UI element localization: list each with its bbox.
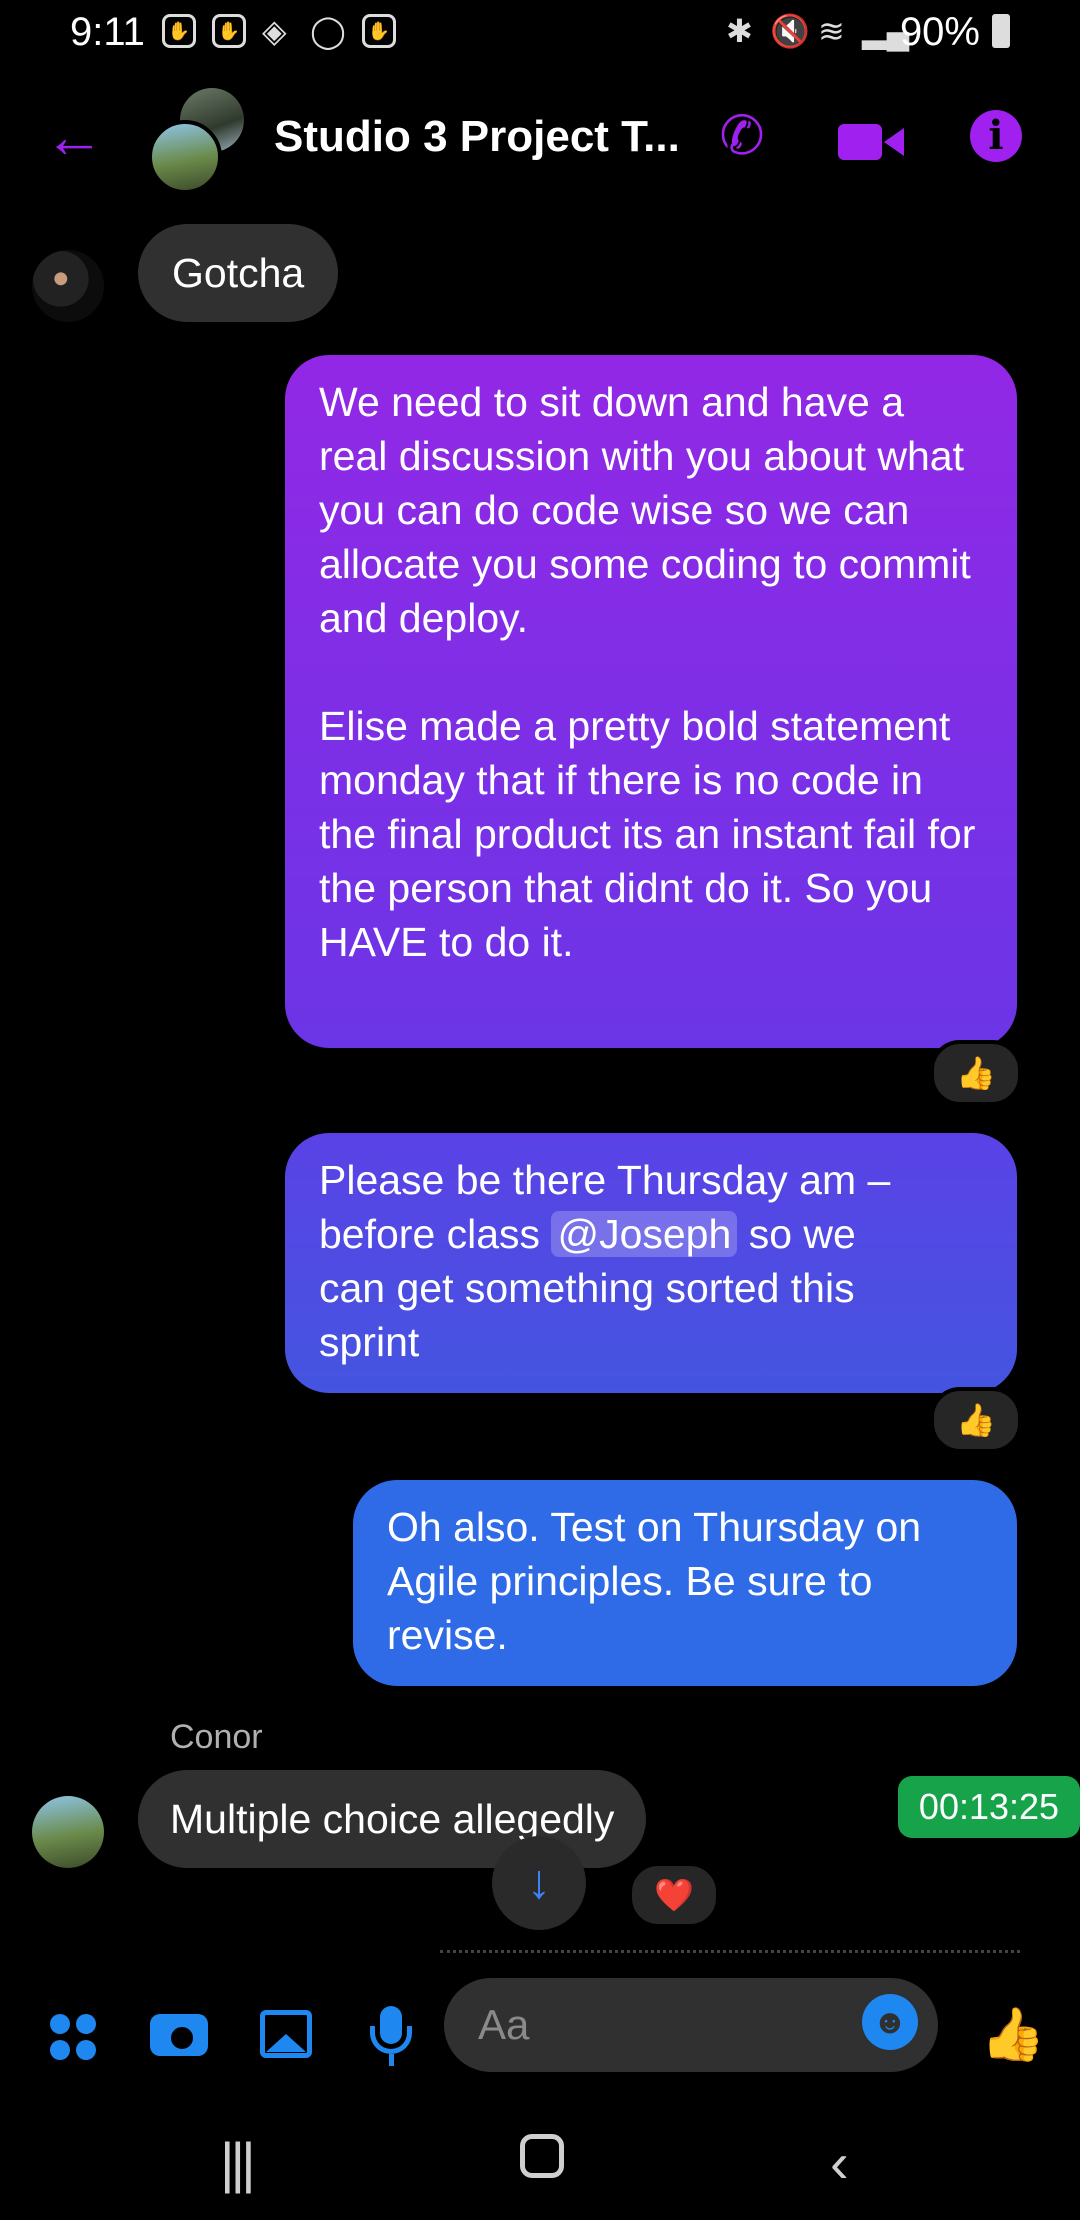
message-bubble-outgoing[interactable]: Please be there Thursday am – before cla… bbox=[285, 1133, 1017, 1393]
mention-tag[interactable]: @Joseph bbox=[551, 1211, 738, 1257]
battery-level: 90% bbox=[899, 10, 980, 54]
wifi-icon: ≋ bbox=[818, 13, 845, 49]
arrow-down-icon[interactable]: ↓ bbox=[492, 1836, 586, 1930]
info-icon[interactable]: i bbox=[970, 110, 1022, 162]
message-bubble-outgoing[interactable]: We need to sit down and have a real disc… bbox=[285, 355, 1017, 1048]
emoji-icon[interactable]: ☻ bbox=[862, 1994, 918, 2050]
camera-icon[interactable] bbox=[144, 2000, 214, 2070]
sender-name: Conor bbox=[170, 1718, 263, 1756]
divider bbox=[440, 1950, 1020, 1957]
avatar[interactable] bbox=[148, 120, 222, 194]
arrow-left-icon[interactable]: ← bbox=[44, 107, 104, 167]
recent-apps-icon[interactable]: ||| bbox=[220, 2130, 256, 2195]
message-bubble-outgoing[interactable]: Oh also. Test on Thursday on Agile princ… bbox=[353, 1480, 1017, 1686]
binance-icon: ◈ bbox=[262, 13, 287, 49]
heart-reaction[interactable]: ❤️ bbox=[628, 1862, 720, 1928]
microphone-icon[interactable] bbox=[356, 2000, 426, 2070]
gallery-icon[interactable] bbox=[252, 2000, 322, 2070]
chevron-left-icon[interactable]: ‹ bbox=[830, 2130, 849, 2195]
phone-icon[interactable]: ✆ bbox=[712, 108, 772, 164]
notification-icon: ✋ bbox=[212, 14, 246, 48]
avatar[interactable] bbox=[32, 1796, 104, 1868]
battery-icon bbox=[992, 14, 1010, 48]
message-bubble-incoming[interactable]: Gotcha bbox=[138, 224, 339, 322]
thumbs-up-reaction[interactable]: 👍 bbox=[930, 1387, 1022, 1453]
messenger-icon: ◯ bbox=[310, 13, 346, 49]
apps-grid-icon[interactable] bbox=[38, 2000, 108, 2070]
notification-icon: ✋ bbox=[162, 14, 196, 48]
status-bar: 9:11 ✋ ✋ ◈ ◯ ✋ ✱ 🔇 ≋ ▂▄ 90% bbox=[0, 0, 1080, 64]
mute-icon: 🔇 bbox=[770, 13, 810, 49]
conversation-title[interactable]: Studio 3 Project T... bbox=[274, 112, 680, 162]
notification-icon: ✋ bbox=[362, 14, 396, 48]
status-time: 9:11 bbox=[70, 10, 145, 54]
timer-overlay: 00:13:25 bbox=[898, 1776, 1080, 1838]
thumbs-up-icon[interactable]: 👍 bbox=[978, 2000, 1048, 2070]
bluetooth-icon: ✱ bbox=[726, 13, 753, 49]
thumbs-up-reaction[interactable]: 👍 bbox=[930, 1040, 1022, 1106]
avatar[interactable] bbox=[32, 250, 104, 322]
home-icon[interactable] bbox=[520, 2134, 564, 2178]
